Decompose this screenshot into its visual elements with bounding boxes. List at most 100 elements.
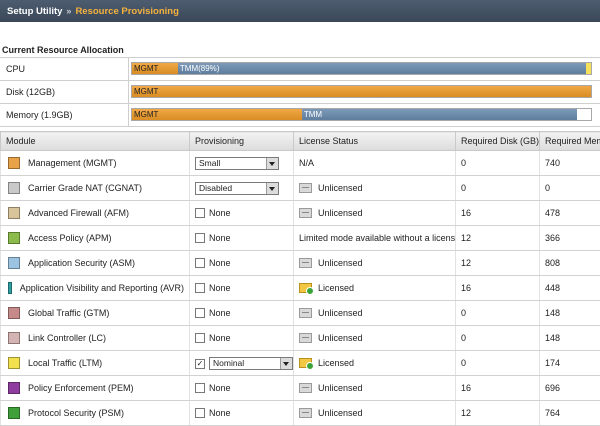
table-row: Advanced Firewall (AFM) None Unlicensed 164… [1,201,600,226]
licensed-icon [299,358,312,368]
provisioning-label: None [209,283,231,293]
chevron-down-icon[interactable] [280,358,292,369]
chevron-down-icon[interactable] [266,183,278,194]
required-mem: 740 [540,151,600,176]
breadcrumb-root[interactable]: Setup Utility [7,6,62,17]
unlicensed-icon [299,183,312,193]
required-mem: 478 [540,201,600,226]
table-row: Link Controller (LC)NoneUnlicensed0148 [1,326,600,351]
required-disk: 0 [456,151,540,176]
breadcrumb-current: Resource Provisioning [75,6,178,17]
required-disk: 0 [456,351,540,376]
module-color-swatch [8,282,12,294]
allocation-divider [128,104,129,126]
required-disk: 12 [456,226,540,251]
table-row: Policy Enforcement (PEM) None Unlicensed 16… [1,376,600,401]
bar-segment-mgmt: MGMT [132,63,178,74]
module-name: Policy Enforcement (PEM) [28,383,134,393]
provisioning-label: None [209,208,231,218]
module-name: Carrier Grade NAT (CGNAT) [28,183,142,193]
required-mem: 764 [540,401,600,426]
provisioning-value: Disabled [196,183,266,193]
resource-allocation-panel: CPUMGMTTMM(89%)Disk (12GB)MGMTMemory (1.… [0,57,600,127]
provision-checkbox[interactable] [195,233,205,243]
table-row: Local Traffic (LTM)✓NominalLicensed0174 [1,351,600,376]
required-disk: 16 [456,201,540,226]
module-color-swatch [8,182,20,194]
unlicensed-icon [299,383,312,393]
license-status: Unlicensed [318,308,363,318]
allocation-divider [128,81,129,103]
table-row: Management (MGMT) Small N/A 0740 [1,151,600,176]
chevron-down-icon[interactable] [266,158,278,169]
provision-checkbox[interactable] [195,258,205,268]
provisioning-value: Nominal [210,358,280,368]
unlicensed-icon [299,308,312,318]
module-color-swatch [8,332,20,344]
module-name: Management (MGMT) [28,158,117,168]
provision-checkbox[interactable] [195,208,205,218]
required-disk: 12 [456,251,540,276]
provisioning-label: None [209,383,231,393]
modules-table: Module Provisioning License Status Requi… [0,131,600,426]
provisioning-select[interactable]: Small [195,157,279,170]
module-name: Application Visibility and Reporting (AV… [20,283,184,293]
provisioning-label: None [209,308,231,318]
unlicensed-icon [299,208,312,218]
header-provisioning: Provisioning [190,132,294,151]
provision-checkbox[interactable]: ✓ [195,359,205,369]
table-row: Access Policy (APM)NoneLimited mode avai… [1,226,600,251]
allocation-bar: MGMT [131,85,592,98]
required-mem: 0 [540,176,600,201]
module-color-swatch [8,232,20,244]
allocation-bar: MGMTTMM(89%) [131,62,592,75]
license-status: Licensed [318,283,354,293]
provision-checkbox[interactable] [195,383,205,393]
table-row: Application Visibility and Reporting (AV… [1,276,600,301]
license-status: Unlicensed [318,208,363,218]
required-mem: 148 [540,301,600,326]
provisioning-select[interactable]: Nominal [209,357,293,370]
provisioning-label: None [209,258,231,268]
required-mem: 808 [540,251,600,276]
module-color-swatch [8,157,20,169]
provision-checkbox[interactable] [195,333,205,343]
provisioning-label: None [209,333,231,343]
allocation-label: Memory (1.9GB) [6,110,73,120]
provisioning-value: Small [196,158,266,168]
licensed-icon [299,283,312,293]
required-disk: 12 [456,401,540,426]
allocation-row: CPUMGMTTMM(89%) [0,58,600,81]
module-color-swatch [8,257,20,269]
bar-segment-ltm [586,63,591,74]
module-color-swatch [8,357,20,369]
license-status: Unlicensed [318,258,363,268]
required-disk: 0 [456,176,540,201]
bar-segment-mgmt: MGMT [132,109,302,120]
allocation-label: Disk (12GB) [6,87,55,97]
module-color-swatch [8,407,20,419]
provisioning-select[interactable]: Disabled [195,182,279,195]
table-row: Carrier Grade NAT (CGNAT) Disabled Unlicen… [1,176,600,201]
module-name: Link Controller (LC) [28,333,106,343]
provision-checkbox[interactable] [195,308,205,318]
module-color-swatch [8,382,20,394]
license-status: N/A [299,158,314,168]
required-mem: 148 [540,326,600,351]
provisioning-label: None [209,408,231,418]
license-status: Unlicensed [318,183,363,193]
module-name: Application Security (ASM) [28,258,135,268]
license-status: Unlicensed [318,333,363,343]
header-required-disk: Required Disk (GB) [456,132,540,151]
module-name: Local Traffic (LTM) [28,358,102,368]
table-row: Protocol Security (PSM)NoneUnlicensed127… [1,401,600,426]
allocation-row: Memory (1.9GB) MGMTTMM [0,104,600,127]
allocation-title: Current Resource Allocation [2,45,124,55]
provision-checkbox[interactable] [195,283,205,293]
license-status: Unlicensed [318,383,363,393]
required-disk: 16 [456,376,540,401]
bar-segment-tmm: TMM [302,109,577,120]
module-name: Advanced Firewall (AFM) [28,208,129,218]
module-color-swatch [8,207,20,219]
header-module: Module [1,132,190,151]
